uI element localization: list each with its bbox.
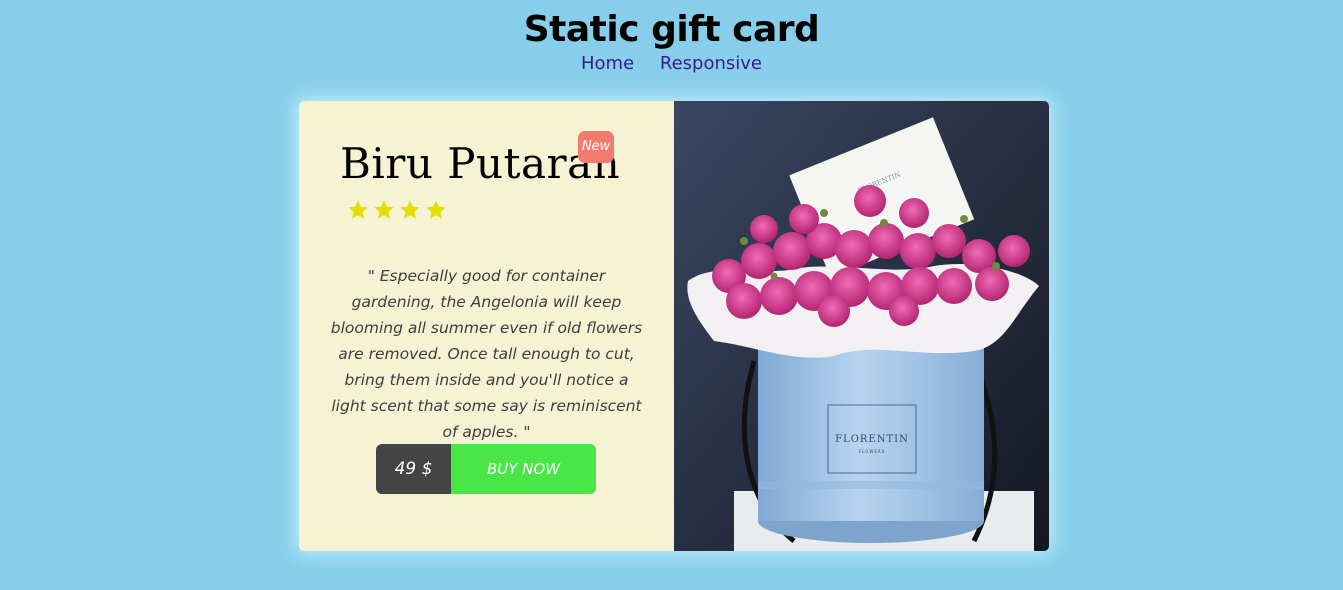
page-title: Static gift card — [523, 9, 820, 50]
box-sub-text: FLOWERS — [859, 449, 885, 454]
star-icon — [348, 200, 368, 219]
new-badge: New — [578, 131, 614, 163]
nav-link-home[interactable]: Home — [581, 53, 634, 74]
buy-now-button[interactable]: BUY NOW — [451, 444, 596, 494]
main-nav: Home Responsive — [0, 54, 1343, 74]
box-brand-text: FLORENTIN — [835, 434, 909, 445]
product-description: " Especially good for container gardenin… — [330, 267, 643, 441]
buy-group: 49 $ BUY NOW — [376, 444, 596, 494]
product-image: FLORENTIN FLORENTIN FLOWERS — [674, 101, 1049, 551]
card-info-panel: Biru Putaran New " Especially good for c… — [299, 101, 674, 551]
page-header: Static gift card Home Responsive — [0, 0, 1343, 74]
rating-stars — [347, 199, 447, 221]
gift-card: Biru Putaran New " Especially good for c… — [299, 101, 1049, 551]
flower-box-image: FLORENTIN FLORENTIN FLOWERS — [674, 101, 1049, 551]
price-label: 49 $ — [376, 444, 451, 494]
star-icon — [374, 200, 394, 219]
star-icon — [426, 200, 446, 219]
nav-link-responsive[interactable]: Responsive — [660, 53, 762, 74]
star-icon — [400, 200, 420, 219]
